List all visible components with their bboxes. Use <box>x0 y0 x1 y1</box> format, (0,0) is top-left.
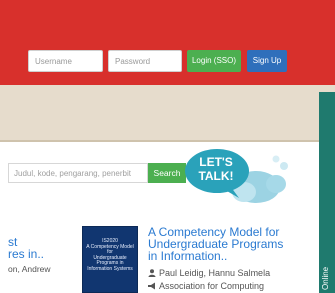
result-item-title[interactable]: A Competency Model for Undergraduate Pro… <box>148 226 313 262</box>
search-button[interactable]: Search <box>148 163 186 183</box>
cover-text-5: Information Systems <box>87 265 133 272</box>
password-input[interactable]: Password <box>108 50 182 72</box>
top-header <box>0 0 335 85</box>
sign-up-button[interactable]: Sign Up <box>247 50 287 72</box>
login-sso-button[interactable]: Login (SSO) <box>187 50 241 72</box>
result-item-previous[interactable]: st res in.. on, Andrew <box>8 236 73 275</box>
megaphone-icon <box>148 282 155 290</box>
result-title-line3[interactable]: in Information.. <box>148 250 313 262</box>
username-input[interactable]: Username <box>28 50 103 72</box>
publisher-text: Association for Computing <box>159 281 265 291</box>
authors-text: Paul Leidig, Hannu Salmela <box>159 268 271 278</box>
book-cover-image[interactable]: IS2020 A Competency Model for Undergradu… <box>82 226 138 293</box>
chat-text-line1: LET'S <box>199 155 233 169</box>
result-publisher: Association for Computing <box>148 281 264 291</box>
band-divider <box>0 140 320 142</box>
chat-bubble-icon[interactable]: LET'S TALK! <box>184 147 289 207</box>
hero-band <box>0 85 335 140</box>
cover-text-2: A Competency Model for <box>86 243 134 255</box>
result-authors: Paul Leidig, Hannu Salmela <box>148 268 270 278</box>
result-title-cont[interactable]: res in.. <box>8 248 73 260</box>
chat-text-line2: TALK! <box>198 169 233 183</box>
result-author: on, Andrew <box>8 264 51 274</box>
search-input[interactable]: Judul, kode, pengarang, penerbit <box>8 163 148 183</box>
person-icon <box>148 269 156 277</box>
online-sidebar-label: Online <box>321 266 330 290</box>
